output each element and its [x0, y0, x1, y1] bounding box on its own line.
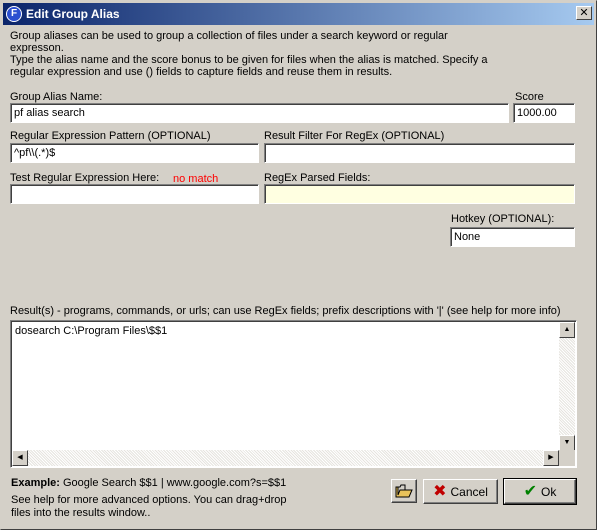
score-input[interactable]: 1000.00: [513, 103, 575, 123]
close-icon: ✕: [579, 7, 589, 19]
scroll-right-button[interactable]: ▶: [543, 450, 559, 466]
horizontal-scrollbar[interactable]: ◀ ▶: [12, 450, 559, 466]
parsed-fields-label: RegEx Parsed Fields:: [264, 172, 371, 184]
regex-pattern-input[interactable]: ^pf\\(.*)$: [10, 143, 259, 163]
arrow-right-icon: ▶: [548, 454, 554, 461]
window-title: Edit Group Alias: [26, 7, 120, 21]
results-textarea[interactable]: dosearch C:\Program Files\$$1 ▲ ▼ ◀ ▶: [10, 320, 577, 468]
arrow-up-icon: ▲: [563, 326, 571, 333]
hotkey-input[interactable]: None: [450, 227, 575, 247]
scrollbar-corner: [559, 450, 575, 466]
alias-name-input[interactable]: pf alias search: [10, 103, 509, 123]
hotkey-label: Hotkey (OPTIONAL):: [451, 213, 555, 225]
example-value: Google Search $$1 | www.google.com?s=$$1: [59, 477, 287, 489]
close-button[interactable]: ✕: [576, 6, 592, 20]
ok-button[interactable]: ✔ Ok: [503, 478, 577, 505]
results-label: Result(s) - programs, commands, or urls;…: [10, 305, 561, 317]
regex-pattern-label: Regular Expression Pattern (OPTIONAL): [10, 130, 211, 142]
ok-label: Ok: [541, 484, 557, 499]
example-text: Example: Google Search $$1 | www.google.…: [11, 477, 286, 489]
description-line-3: Type the alias name and the score bonus …: [10, 54, 488, 66]
scroll-left-button[interactable]: ◀: [12, 450, 28, 466]
checkmark-icon: ✔: [523, 482, 538, 500]
description-line-2: expresson.: [10, 42, 64, 54]
arrow-down-icon: ▼: [563, 439, 571, 446]
title-bar[interactable]: F Edit Group Alias ✕: [3, 3, 594, 25]
folder-open-icon: [395, 484, 413, 498]
score-label: Score: [515, 91, 544, 103]
help-line-2: files into the results window..: [11, 507, 151, 519]
test-regex-input[interactable]: [10, 184, 259, 204]
cancel-button[interactable]: ✖ Cancel: [423, 479, 498, 504]
example-label: Example:: [11, 477, 60, 489]
cancel-label: Cancel: [450, 484, 488, 499]
edit-group-alias-dialog: F Edit Group Alias ✕ Group aliases can b…: [0, 0, 597, 530]
vertical-scrollbar[interactable]: ▲ ▼: [559, 322, 575, 451]
scroll-down-button[interactable]: ▼: [559, 435, 575, 451]
test-regex-label: Test Regular Expression Here:: [10, 172, 160, 184]
parsed-fields-output: [264, 184, 575, 204]
description-line-4: regular expression and use () fields to …: [10, 66, 393, 78]
description-text: Group aliases can be used to group a col…: [10, 30, 490, 78]
result-filter-label: Result Filter For RegEx (OPTIONAL): [264, 130, 445, 142]
help-line-1: See help for more advanced options. You …: [11, 494, 287, 506]
cancel-x-icon: ✖: [433, 482, 447, 500]
help-text: See help for more advanced options. You …: [11, 494, 287, 520]
app-icon: F: [6, 6, 22, 22]
alias-name-label: Group Alias Name:: [10, 91, 103, 103]
open-folder-button[interactable]: [391, 479, 417, 503]
description-line-1: Group aliases can be used to group a col…: [10, 30, 448, 42]
scroll-up-button[interactable]: ▲: [559, 322, 575, 338]
arrow-left-icon: ◀: [17, 454, 23, 461]
results-text: dosearch C:\Program Files\$$1: [15, 325, 168, 337]
result-filter-input[interactable]: [264, 143, 575, 163]
